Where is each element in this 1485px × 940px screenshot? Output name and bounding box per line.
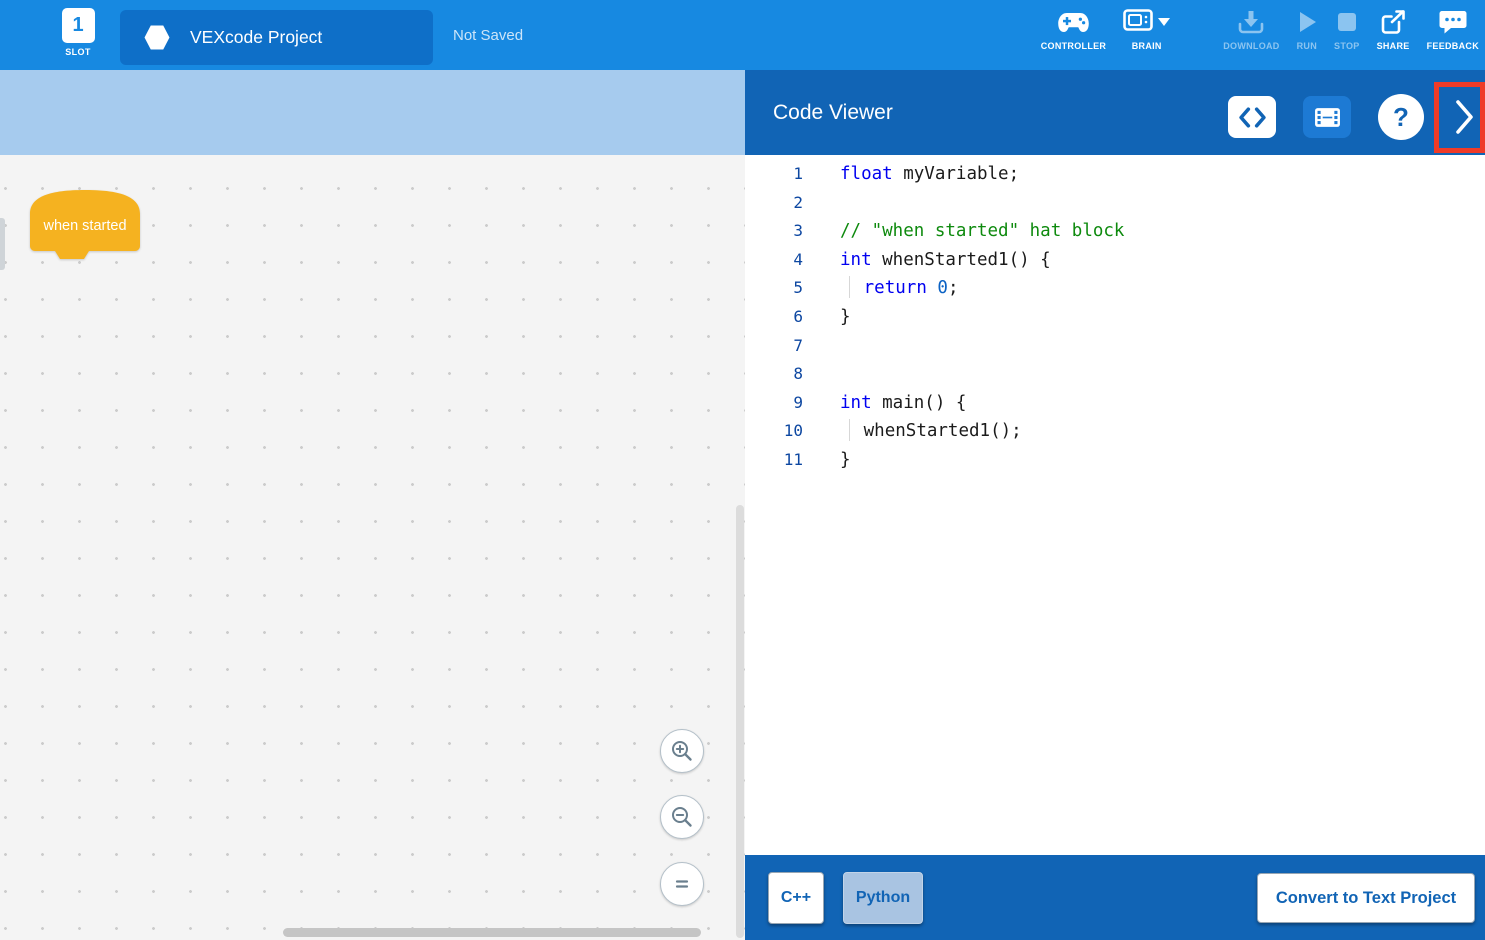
- brain-dropdown-caret-icon[interactable]: [1158, 18, 1170, 26]
- slot-number: 1: [72, 14, 83, 37]
- controller-button[interactable]: CONTROLLER: [1041, 8, 1107, 51]
- blocks-workspace[interactable]: when started: [0, 155, 745, 940]
- feedback-button[interactable]: FEEDBACK: [1427, 8, 1479, 51]
- tutorial-video-button[interactable]: [1303, 96, 1351, 138]
- question-mark-icon: ?: [1393, 102, 1409, 133]
- toolbar-actions: CONTROLLER BRAIN: [1041, 8, 1479, 51]
- slot-icon: 1: [62, 8, 95, 43]
- zoom-reset-button[interactable]: [660, 862, 704, 906]
- code-line: 8: [745, 360, 1485, 389]
- zoom-out-icon: [670, 805, 694, 829]
- code-line: 6}: [745, 303, 1485, 332]
- project-title: VEXcode Project: [190, 27, 322, 48]
- vertical-scrollbar[interactable]: [736, 505, 744, 938]
- feedback-label: FEEDBACK: [1427, 41, 1479, 51]
- code-line: 3// "when started" hat block: [745, 217, 1485, 246]
- workspace-toolbox-strip: [0, 70, 745, 155]
- stop-label: STOP: [1334, 41, 1360, 51]
- slot-label: SLOT: [54, 47, 102, 57]
- code-viewer-content: 1float myVariable;23// "when started" ha…: [745, 155, 1485, 855]
- download-icon: [1238, 8, 1264, 36]
- code-line: 10whenStarted1();: [745, 417, 1485, 446]
- code-brackets-icon: [1239, 107, 1266, 128]
- code-line: 7: [745, 332, 1485, 361]
- code-line: 2: [745, 189, 1485, 218]
- share-icon: [1380, 8, 1406, 36]
- zoom-in-icon: [670, 739, 694, 763]
- code-viewer-title: Code Viewer: [773, 70, 893, 155]
- code-lines: 1float myVariable;23// "when started" ha…: [745, 160, 1485, 475]
- zoom-reset-icon: [672, 874, 692, 894]
- controller-icon: [1057, 8, 1090, 36]
- convert-to-text-project-button[interactable]: Convert to Text Project: [1257, 873, 1475, 923]
- code-line: 1float myVariable;: [745, 160, 1485, 189]
- code-line: 4int whenStarted1() {: [745, 246, 1485, 275]
- share-button[interactable]: SHARE: [1377, 8, 1410, 51]
- code-view-toggle-button[interactable]: [1228, 96, 1276, 138]
- horizontal-scrollbar[interactable]: [283, 928, 701, 937]
- code-line: 9int main() {: [745, 389, 1485, 418]
- stop-icon: [1336, 8, 1358, 36]
- stop-button[interactable]: STOP: [1334, 8, 1360, 51]
- slot-button[interactable]: 1 SLOT: [54, 8, 102, 57]
- zoom-in-button[interactable]: [660, 729, 704, 773]
- run-icon: [1297, 8, 1317, 36]
- film-icon: [1314, 107, 1341, 128]
- save-status: Not Saved: [453, 0, 523, 70]
- when-started-block[interactable]: when started: [27, 186, 143, 268]
- language-cpp-button[interactable]: C++: [768, 872, 824, 924]
- controller-label: CONTROLLER: [1041, 41, 1107, 51]
- code-viewer-header: Code Viewer ?: [745, 70, 1485, 155]
- zoom-out-button[interactable]: [660, 795, 704, 839]
- help-button[interactable]: ?: [1378, 94, 1424, 140]
- top-toolbar: 1 SLOT VEXcode Project Not Saved CONTROL…: [0, 0, 1485, 70]
- feedback-icon: [1439, 8, 1467, 36]
- project-title-button[interactable]: VEXcode Project: [120, 10, 433, 65]
- download-button[interactable]: DOWNLOAD: [1223, 8, 1279, 51]
- brain-icon: [1123, 9, 1153, 36]
- run-label: RUN: [1297, 41, 1317, 51]
- brain-label: BRAIN: [1132, 41, 1162, 51]
- download-label: DOWNLOAD: [1223, 41, 1279, 51]
- code-viewer-footer: C++ Python Convert to Text Project: [745, 855, 1485, 940]
- annotation-highlight: [1434, 82, 1485, 153]
- hexagon-icon: [144, 25, 170, 51]
- code-line: 11}: [745, 446, 1485, 475]
- run-button[interactable]: RUN: [1297, 8, 1317, 51]
- language-python-button[interactable]: Python: [843, 872, 923, 924]
- code-line: 5return 0;: [745, 274, 1485, 303]
- brain-button[interactable]: BRAIN: [1123, 8, 1170, 51]
- hat-block-label: when started: [27, 200, 143, 251]
- share-label: SHARE: [1377, 41, 1410, 51]
- palette-resize-handle[interactable]: [0, 218, 5, 270]
